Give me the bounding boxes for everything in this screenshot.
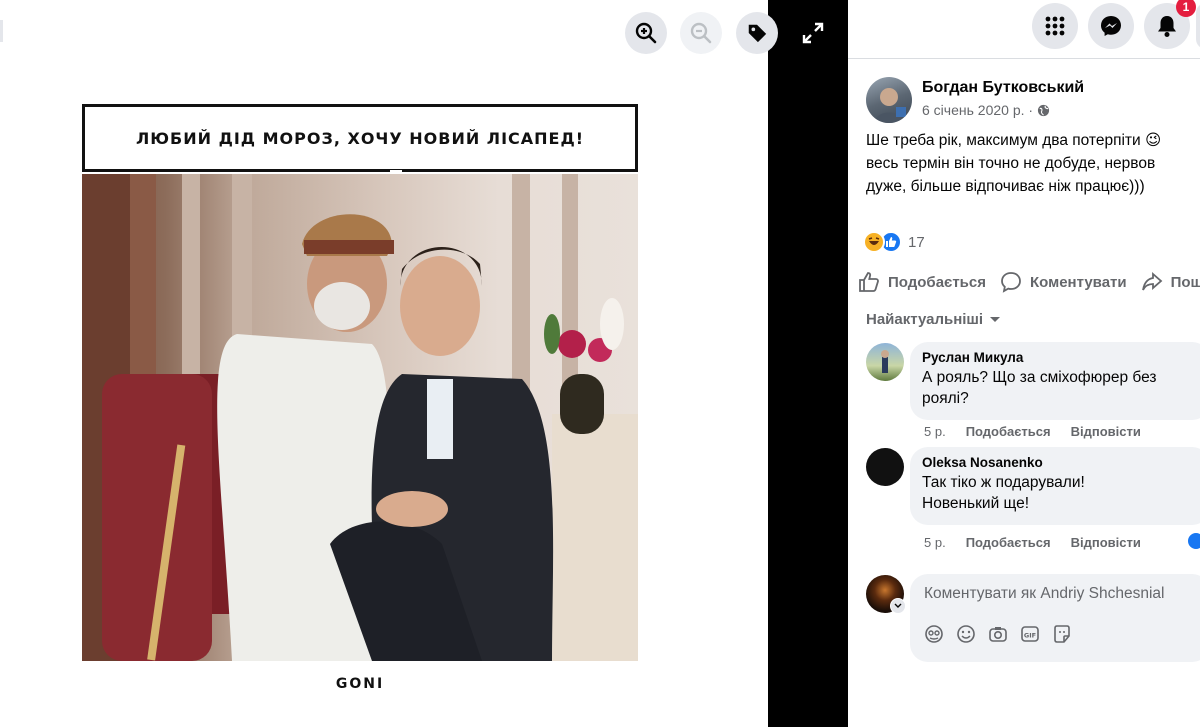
zoom-in-button[interactable]: [625, 12, 667, 54]
comment-avatar[interactable]: [866, 343, 904, 381]
messenger-icon: [1101, 16, 1121, 36]
comment-text-line: роялі?: [922, 390, 969, 407]
comment-bubble: Oleksa Nosanenko Так тіко ж подарували! …: [910, 447, 1200, 525]
messenger-button[interactable]: [1088, 3, 1134, 49]
comment-action-button[interactable]: Коментувати: [1000, 266, 1127, 298]
haha-reaction-icon: [863, 231, 885, 253]
reaction-count: 17: [908, 233, 925, 251]
photo-viewer: ЛЮБИЙ ДІД МОРОЗ, ХОЧУ НОВИЙ ЛІСАПЕД! GON…: [0, 0, 848, 727]
comment-sort-dropdown[interactable]: Найактуальніші: [866, 311, 1001, 328]
like-action-label: Подобається: [888, 273, 986, 291]
post-text-line: весь термін він точно не добуде, нервов: [866, 155, 1156, 172]
reaction-summary[interactable]: 17: [863, 231, 925, 253]
caret-down-icon: [990, 316, 1001, 322]
notification-badge: 1: [1176, 0, 1196, 17]
post-date[interactable]: 6 січень 2020 р. ·: [922, 102, 1033, 118]
meme-image: ЛЮБИЙ ДІД МОРОЗ, ХОЧУ НОВИЙ ЛІСАПЕД!: [82, 104, 638, 661]
post-text-line: дуже, більше відпочиває ніж працює))): [866, 178, 1145, 195]
author-avatar[interactable]: [866, 77, 912, 123]
comment-like-link[interactable]: Подобається: [966, 535, 1051, 550]
gif-icon[interactable]: GIF: [1020, 624, 1040, 644]
fullscreen-button[interactable]: [798, 18, 828, 48]
comment-avatar[interactable]: [866, 448, 904, 486]
comment-bubble: Руслан Микула А рояль? Що за сміхофюрер …: [910, 342, 1200, 420]
post-text: Ше треба рік, максимум два потерпіти 😉 в…: [866, 129, 1200, 198]
left-edge-tab[interactable]: [0, 20, 3, 42]
comment-meta: 5 р. Подобається Відповісти: [924, 535, 1141, 550]
grid-menu-icon: [1045, 16, 1065, 36]
comment-reply-link[interactable]: Відповісти: [1071, 535, 1141, 550]
photo-stage: ЛЮБИЙ ДІД МОРОЗ, ХОЧУ НОВИЙ ЛІСАПЕД! GON…: [0, 0, 768, 727]
expand-icon: [802, 22, 824, 44]
thumbs-up-icon: [859, 272, 879, 292]
comment-age[interactable]: 5 р.: [924, 535, 946, 550]
comment-meta: 5 р. Подобається Відповісти: [924, 424, 1141, 439]
composer-tools: GIF: [924, 624, 1072, 644]
comment-author[interactable]: Oleksa Nosanenko: [922, 455, 1198, 470]
tag-button[interactable]: [736, 12, 778, 54]
comment-age[interactable]: 5 р.: [924, 424, 946, 439]
zoom-out-icon: [690, 22, 712, 44]
post-text-line: Ше треба рік, максимум два потерпіти 😉: [866, 132, 1162, 149]
post-author[interactable]: Богдан Бутковський: [922, 79, 1084, 97]
share-icon: [1141, 272, 1162, 291]
comment-like-reaction-icon[interactable]: [1186, 531, 1200, 551]
meme-caption: ЛЮБИЙ ДІД МОРОЗ, ХОЧУ НОВИЙ ЛІСАПЕД!: [135, 128, 585, 148]
camera-icon[interactable]: [988, 624, 1008, 644]
account-button[interactable]: [1196, 3, 1200, 49]
comment-text-line: Так тіко ж подарували!: [922, 474, 1085, 491]
meme-watermark: GONI: [335, 676, 385, 692]
comment-author[interactable]: Руслан Микула: [922, 350, 1198, 365]
post-date-line: 6 січень 2020 р. ·: [922, 102, 1050, 118]
globe-icon: [1037, 104, 1050, 116]
divider: [848, 58, 1200, 59]
sticker-sheet-icon[interactable]: [1052, 624, 1072, 644]
comment-action-label: Коментувати: [1029, 273, 1127, 291]
comment-input-placeholder[interactable]: Коментувати як Andriy Shchesnial: [924, 585, 1164, 603]
bell-icon: [1158, 16, 1176, 37]
composer-account-switcher[interactable]: [890, 598, 906, 614]
chevron-down-icon: [894, 603, 902, 608]
emoji-icon[interactable]: [956, 624, 976, 644]
comment-avatar-image: [881, 350, 889, 373]
menu-button[interactable]: [1032, 3, 1078, 49]
author-avatar-image: [874, 88, 906, 123]
share-action-label: Поши: [1170, 273, 1200, 291]
comment-reply-link[interactable]: Відповісти: [1071, 424, 1141, 439]
zoom-out-button[interactable]: [680, 12, 722, 54]
meme-photo: [82, 174, 638, 661]
share-action-button[interactable]: Поши: [1141, 266, 1200, 298]
zoom-in-icon: [635, 22, 657, 44]
photo-illustration: [82, 174, 638, 661]
tag-icon: [748, 24, 767, 43]
post-actions: Подобається Коментувати Поши: [858, 266, 1200, 298]
comment-text-line: А рояль? Що за сміхофюрер без: [922, 369, 1157, 386]
like-action-button[interactable]: Подобається: [858, 266, 986, 298]
comment-sort-label: Найактуальніші: [866, 311, 984, 328]
comment-composer[interactable]: Коментувати як Andriy Shchesnial GIF: [910, 574, 1200, 662]
svg-text:GIF: GIF: [1024, 632, 1036, 640]
comment-icon: [1001, 272, 1021, 293]
comment-like-link[interactable]: Подобається: [966, 424, 1051, 439]
comment-text-line: Новенький ще!: [922, 495, 1030, 512]
speech-bubble: ЛЮБИЙ ДІД МОРОЗ, ХОЧУ НОВИЙ ЛІСАПЕД!: [82, 104, 638, 172]
sticker-icon[interactable]: [924, 624, 944, 644]
